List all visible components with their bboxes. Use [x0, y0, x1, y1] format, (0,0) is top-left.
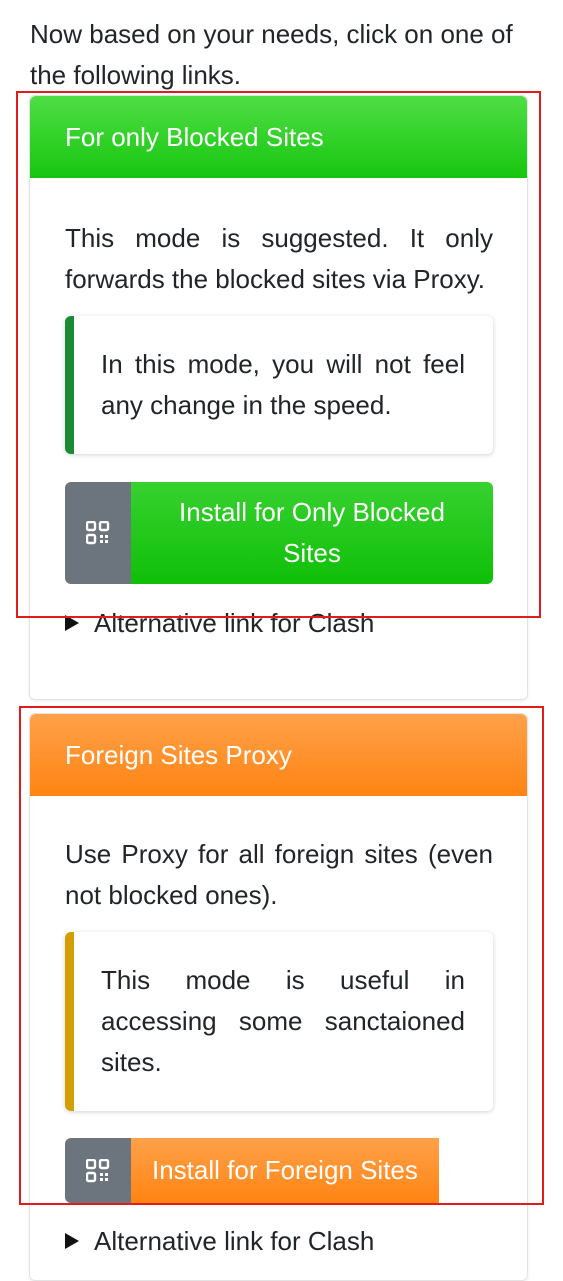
card-header-blocked-sites: For only Blocked Sites — [30, 96, 527, 178]
callout-note: In this mode, you will not feel any chan… — [65, 316, 493, 454]
callout-note: This mode is useful in accessing some sa… — [65, 932, 493, 1111]
callout-accent-bar — [65, 932, 74, 1111]
intro-text: Now based on your needs, click on one of… — [30, 19, 513, 90]
disclosure-triangle-icon[interactable] — [65, 615, 79, 631]
card-description: This mode is suggested. It only forwards… — [65, 223, 493, 294]
card-blocked-sites: For only Blocked Sites This mode is sugg… — [29, 95, 528, 700]
alternative-link-label[interactable]: Alternative link for Clash — [94, 608, 374, 638]
disclosure-triangle-icon[interactable] — [65, 1233, 79, 1249]
card-description: Use Proxy for all foreign sites (even no… — [65, 839, 493, 910]
install-blocked-sites-button[interactable]: Install for Only Blocked Sites — [65, 482, 493, 584]
qr-code-icon[interactable] — [65, 1138, 131, 1203]
alternative-link-label[interactable]: Alternative link for Clash — [94, 1226, 374, 1256]
callout-text: This mode is useful in accessing some sa… — [101, 965, 465, 1077]
install-foreign-sites-button[interactable]: Install for Foreign Sites — [65, 1138, 457, 1203]
alternative-link-clash[interactable]: Alternative link for Clash — [65, 1226, 493, 1256]
qr-code-icon[interactable] — [65, 482, 131, 584]
alternative-link-clash[interactable]: Alternative link for Clash — [65, 608, 493, 638]
install-button-label[interactable]: Install for Foreign Sites — [131, 1138, 439, 1203]
install-button-label[interactable]: Install for Only Blocked Sites — [131, 482, 493, 584]
card-header-foreign-sites: Foreign Sites Proxy — [30, 714, 527, 796]
callout-accent-bar — [65, 316, 74, 454]
callout-text: In this mode, you will not feel any chan… — [101, 349, 465, 420]
card-foreign-sites: Foreign Sites Proxy Use Proxy for all fo… — [29, 713, 528, 1281]
